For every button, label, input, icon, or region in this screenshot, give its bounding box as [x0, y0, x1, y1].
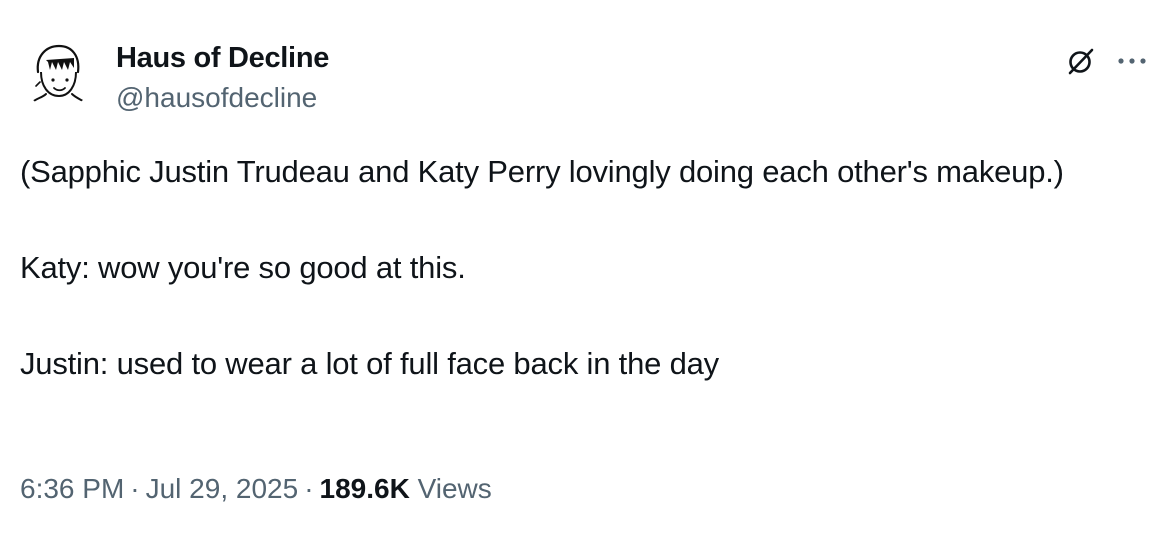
tweet-meta: 6:36 PM · Jul 29, 2025 · 189.6K Views [20, 469, 492, 509]
tweet-paragraph: Justin: used to wear a lot of full face … [20, 346, 719, 381]
tweet-paragraph: Katy: wow you're so good at this. [20, 250, 466, 285]
views-label: Views [417, 473, 492, 504]
author-display-name[interactable]: Haus of Decline [116, 40, 329, 76]
meta-separator: · [130, 473, 140, 504]
meta-separator: · [304, 473, 314, 504]
tweet-paragraph: (Sapphic Justin Trudeau and Katy Perry l… [20, 154, 1064, 189]
views-link[interactable]: 189.6K Views [320, 473, 492, 504]
tweet-time: 6:36 PM [20, 473, 125, 504]
tweet-card: Haus of Decline @hausofdecline (Sapphic … [0, 0, 1172, 536]
tweet-date: Jul 29, 2025 [145, 473, 299, 504]
grok-icon[interactable] [1060, 40, 1102, 82]
views-count: 189.6K [319, 473, 410, 504]
tweet-text: (Sapphic Justin Trudeau and Katy Perry l… [20, 148, 1140, 388]
line-drawing-face-avatar-icon [29, 44, 89, 105]
more-dots-icon[interactable] [1110, 40, 1154, 82]
avatar[interactable] [22, 38, 94, 110]
tweet-timestamp-link[interactable]: 6:36 PM · Jul 29, 2025 [20, 473, 298, 504]
author-handle[interactable]: @hausofdecline [116, 80, 317, 116]
